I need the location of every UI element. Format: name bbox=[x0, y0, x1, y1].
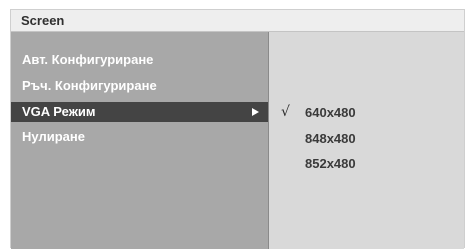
check-icon: √ bbox=[281, 104, 290, 120]
title-bar: Screen bbox=[11, 10, 464, 32]
option-label: 848x480 bbox=[305, 131, 356, 146]
screen-settings-menu: Screen Авт. Конфигуриране Ръч. Конфигури… bbox=[10, 9, 465, 249]
menu-item-label: VGA Режим bbox=[22, 104, 96, 119]
option-852x480[interactable]: 852x480 bbox=[269, 153, 464, 175]
option-640x480[interactable]: √ 640x480 bbox=[269, 102, 464, 124]
option-label: 640x480 bbox=[305, 105, 356, 120]
menu-item-vga-mode[interactable]: VGA Режим bbox=[11, 102, 268, 122]
menu-item-reset[interactable]: Нулиране bbox=[11, 127, 268, 147]
option-848x480[interactable]: 848x480 bbox=[269, 128, 464, 150]
option-label: 852x480 bbox=[305, 156, 356, 171]
menu-item-manual-config[interactable]: Ръч. Конфигуриране bbox=[11, 76, 268, 96]
arrow-right-icon bbox=[252, 108, 259, 116]
vga-mode-submenu: √ 640x480 848x480 852x480 bbox=[269, 32, 464, 249]
menu-title: Screen bbox=[21, 13, 65, 28]
menu-item-label: Авт. Конфигуриране bbox=[22, 52, 154, 67]
main-menu-list: Авт. Конфигуриране Ръч. Конфигуриране VG… bbox=[11, 32, 269, 249]
menu-item-auto-config[interactable]: Авт. Конфигуриране bbox=[11, 50, 268, 70]
menu-item-label: Ръч. Конфигуриране bbox=[22, 78, 157, 93]
menu-item-label: Нулиране bbox=[22, 129, 85, 144]
